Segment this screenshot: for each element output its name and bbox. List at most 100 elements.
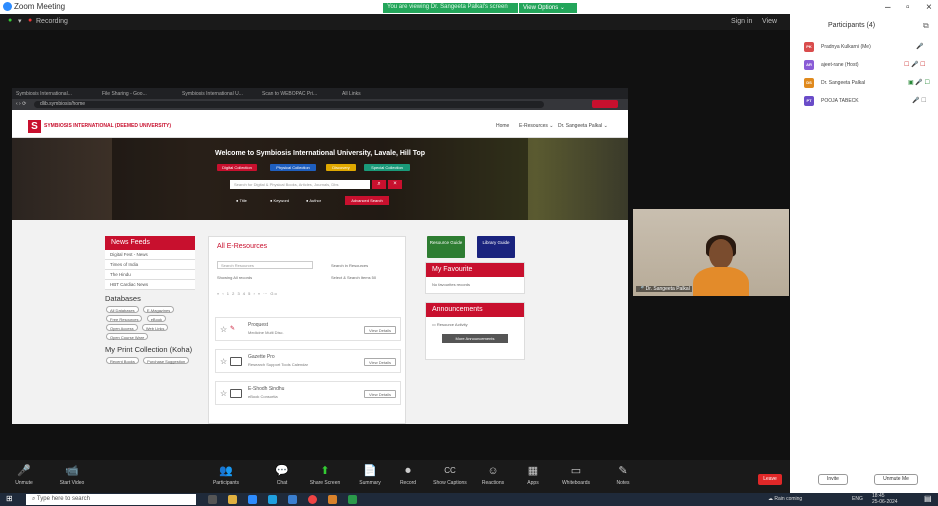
library-guide-button[interactable]: Library Guide — [477, 236, 515, 258]
print-pill[interactable]: Purchase Suggestion — [143, 357, 190, 364]
minimize-icon[interactable]: – — [885, 2, 891, 13]
browser-tab[interactable]: Scan to WEBOPAC Pri... — [262, 91, 317, 97]
share-screen-button[interactable]: ⬆ Share Screen — [305, 464, 345, 486]
unmute-me-button[interactable]: Unmute Me — [874, 474, 918, 485]
notes-button[interactable]: ✎ Notes — [603, 464, 643, 486]
summary-button[interactable]: 📄 Summary — [350, 464, 390, 486]
sign-in-link[interactable]: Sign in — [731, 18, 752, 25]
participant-row[interactable]: AR ajeet-rane (Host) ☐ 🎤 ☐ — [800, 58, 934, 72]
store-icon[interactable] — [288, 495, 297, 504]
nav-home[interactable]: Home — [496, 123, 509, 129]
radio-author[interactable]: ● Author — [306, 198, 321, 203]
browser-tab[interactable]: Symbiosis International U... — [182, 91, 243, 97]
university-logo[interactable]: S — [28, 120, 41, 133]
weather-status[interactable]: ☁ Rain coming — [768, 496, 802, 502]
database-pill[interactable]: Open Access — [106, 324, 138, 331]
speaker-video[interactable]: 🎤 Dr. Sangeeta Palkal — [633, 209, 789, 296]
database-pill[interactable]: Open Course Ware — [106, 333, 149, 340]
news-item[interactable]: Digital Fest - News — [105, 250, 195, 260]
start-video-button[interactable]: 📹 Start Video — [52, 464, 92, 486]
star-icon[interactable]: ☆ — [220, 357, 227, 366]
mic-muted-icon[interactable]: 🎤 — [916, 43, 923, 50]
database-pill[interactable]: E-Magazines — [142, 306, 175, 313]
hero-title: Welcome to Symbiosis International Unive… — [214, 150, 426, 157]
sort-select[interactable]: Select & Search Items 50 — [331, 275, 376, 280]
language-indicator[interactable]: ENG — [852, 496, 863, 502]
leave-button[interactable]: Leave — [758, 474, 782, 485]
advanced-search-button[interactable]: Advanced Search — [345, 196, 389, 205]
invite-button[interactable]: Invite — [818, 474, 848, 485]
radio-keyword[interactable]: ● Keyword — [270, 198, 289, 203]
back-icon[interactable]: ‹ › ⟳ — [16, 101, 26, 107]
apps-button[interactable]: ▦ Apps — [513, 464, 553, 486]
participant-status-icons[interactable]: ☐ 🎤 ☐ — [904, 61, 926, 68]
clear-icon[interactable]: × — [388, 180, 402, 189]
resource-guide-button[interactable]: Resource Guide — [427, 236, 465, 258]
zoom-taskbar-icon[interactable] — [248, 495, 257, 504]
news-item[interactable]: HBT Cardiac News — [105, 280, 195, 290]
more-announcements-button[interactable]: More Announcements — [442, 334, 508, 343]
participant-row[interactable]: PT POOJA TABECK 🎤 ☐ — [800, 94, 934, 108]
announcement-item[interactable]: ▭ Resource Activity — [426, 317, 524, 332]
radio-title[interactable]: ● Title — [236, 198, 247, 203]
app-icon[interactable] — [328, 495, 337, 504]
view-button[interactable]: View — [762, 18, 777, 25]
participant-status-icons[interactable]: ▣ 🎤 ☐ — [908, 79, 930, 86]
database-pill[interactable]: Web Links — [141, 324, 169, 331]
resource-title[interactable]: Proquest — [248, 322, 268, 328]
captions-button[interactable]: CC Show Captions — [430, 464, 470, 486]
file-explorer-icon[interactable] — [228, 495, 237, 504]
profile-icon[interactable] — [592, 100, 618, 108]
view-details-button[interactable]: View Details — [364, 358, 396, 366]
task-view-icon[interactable] — [208, 495, 217, 504]
popout-icon[interactable]: ⧉ — [923, 21, 929, 31]
nav-user-menu[interactable]: Dr. Sangeeta Palkal ⌄ — [558, 123, 608, 129]
browser-tab[interactable]: All Links — [342, 91, 361, 97]
reactions-button[interactable]: ☺ Reactions — [473, 464, 513, 486]
browser-tab[interactable]: File Sharing - Goo... — [102, 91, 147, 97]
digital-collection-button[interactable]: Digital Collection — [217, 164, 257, 171]
database-pill[interactable]: eBook — [146, 315, 167, 322]
whiteboards-button[interactable]: ▭ Whiteboards — [556, 464, 596, 486]
physical-collection-button[interactable]: Physical Collection — [270, 164, 316, 171]
browser-tab[interactable]: Symbiosis International... — [16, 91, 72, 97]
clock[interactable]: 18:45 25-06-2024 — [872, 493, 898, 505]
view-details-button[interactable]: View Details — [364, 390, 396, 398]
close-icon[interactable]: × — [926, 2, 932, 13]
chrome-icon[interactable] — [308, 495, 317, 504]
participant-row[interactable]: DS Dr. Sangeeta Palkal ▣ 🎤 ☐ — [800, 76, 934, 90]
participant-status-icons[interactable]: 🎤 ☐ — [912, 97, 927, 104]
hero-search-input[interactable]: Search for Digital & Physical Books, Art… — [230, 180, 370, 189]
recording-label[interactable]: Recording — [36, 18, 68, 25]
url-field[interactable]: dlib.symbiosis/home — [34, 101, 544, 108]
maximize-icon[interactable]: ▫ — [906, 2, 910, 13]
excel-icon[interactable] — [348, 495, 357, 504]
discovery-button[interactable]: Discovery — [326, 164, 356, 171]
windows-start-icon[interactable]: ⊞ — [6, 494, 13, 503]
view-details-button[interactable]: View Details — [364, 326, 396, 334]
view-options-button[interactable]: View Options ⌄ — [519, 3, 577, 13]
search-icon[interactable]: ⌕ — [372, 180, 386, 189]
database-pill[interactable]: Free Resources — [106, 315, 143, 322]
star-icon[interactable]: ☆ — [220, 389, 227, 398]
special-collection-button[interactable]: Special Collection — [364, 164, 410, 171]
notifications-icon[interactable]: ▤ — [924, 494, 932, 503]
nav-eresources[interactable]: E-Resources ⌄ — [519, 123, 553, 129]
unmute-button[interactable]: 🎤 Unmute — [4, 464, 44, 486]
database-pill[interactable]: All Databases — [106, 306, 139, 313]
taskbar-search-input[interactable]: ⌕ Type here to search — [26, 494, 196, 505]
pagination[interactable]: « ‹ 1 2 3 4 5 › » ⋯ Go — [217, 291, 399, 299]
participant-row[interactable]: PK Pradnya Kulkarni (Me) 🎤 — [800, 40, 934, 54]
participants-button[interactable]: 👥 Participants — [206, 464, 246, 486]
edge-icon[interactable] — [268, 495, 277, 504]
record-button[interactable]: ⏺ Record — [388, 464, 428, 486]
resource-search-input[interactable]: Search Resources — [217, 261, 313, 269]
print-pill[interactable]: Recent Books — [106, 357, 139, 364]
star-icon[interactable]: ☆ — [220, 325, 227, 334]
news-item[interactable]: The Hindu — [105, 270, 195, 280]
resource-title[interactable]: Gazette Pro — [248, 354, 275, 360]
chat-button[interactable]: 💬 Chat — [262, 464, 302, 486]
shared-browser-window: Symbiosis International... File Sharing … — [12, 88, 628, 424]
resource-title[interactable]: E-Shodh Sindhu — [248, 386, 284, 392]
news-item[interactable]: Times of India — [105, 260, 195, 270]
